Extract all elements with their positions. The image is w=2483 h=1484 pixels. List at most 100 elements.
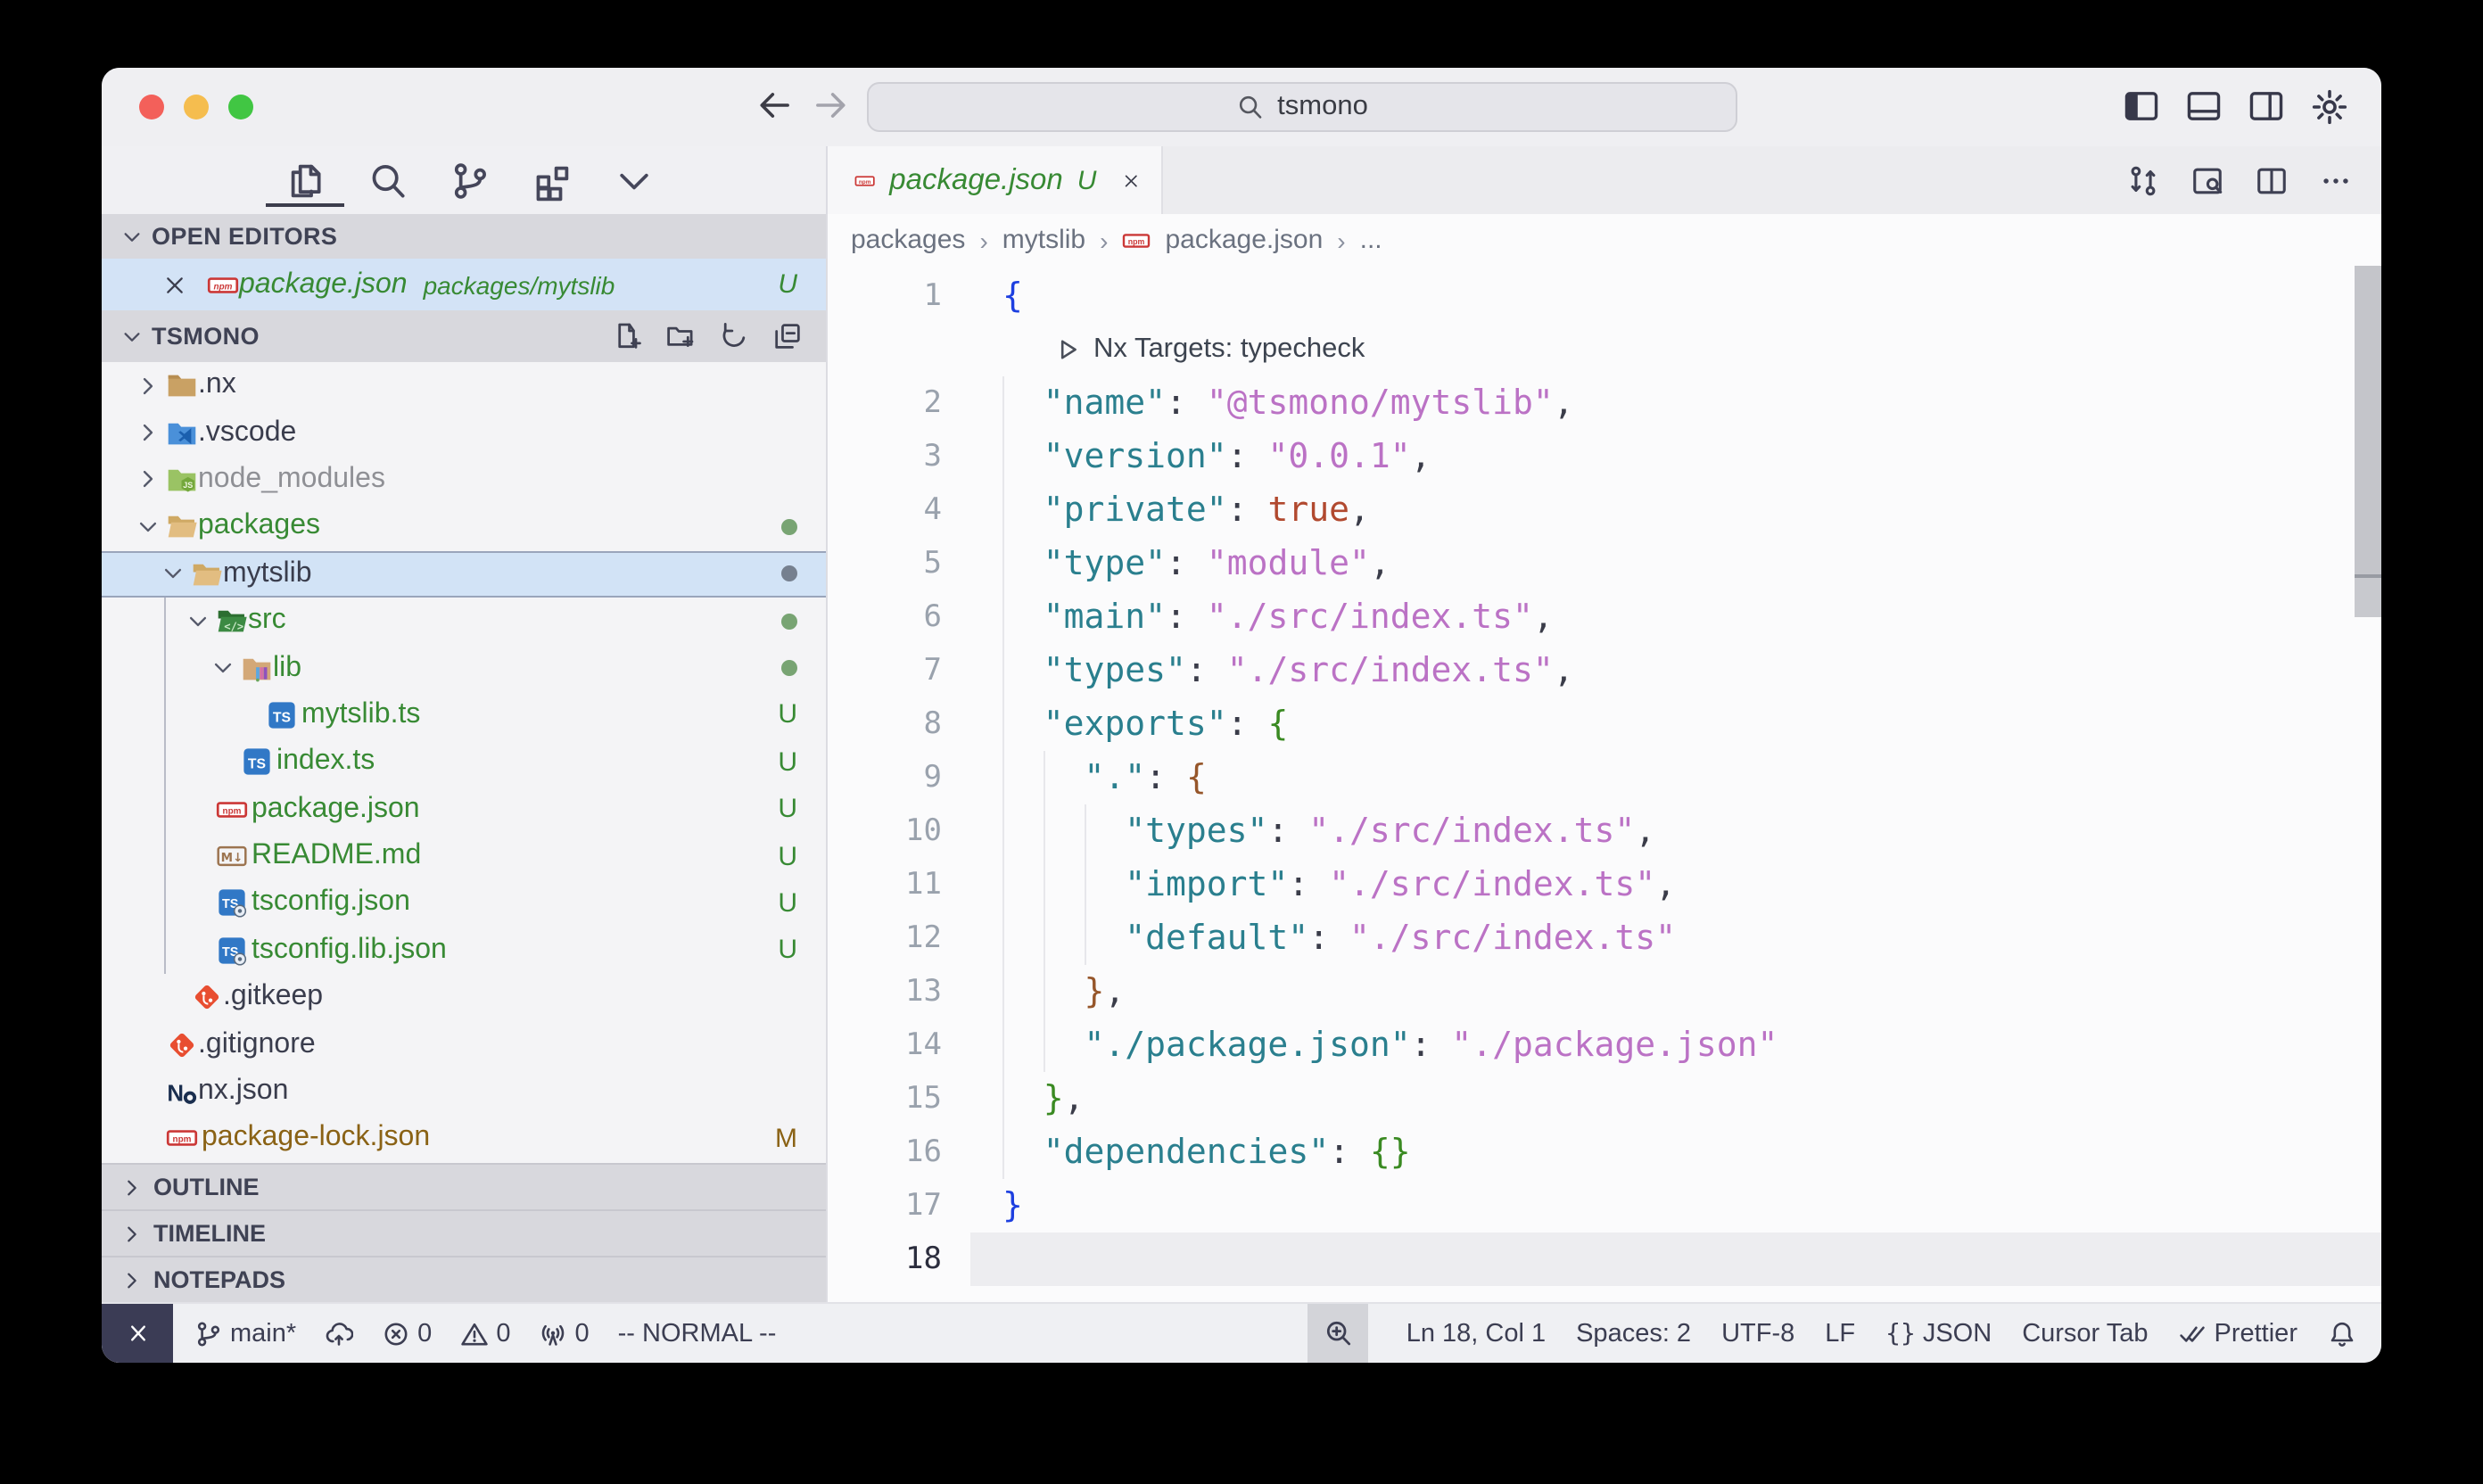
- activity-item-chevron-down[interactable]: [612, 153, 655, 207]
- tree-item-lib[interactable]: lib: [102, 645, 826, 692]
- code-line-13[interactable]: 13 },: [828, 965, 2381, 1018]
- new-folder-icon[interactable]: [665, 321, 696, 351]
- code-line-1[interactable]: 1{: [828, 269, 2381, 323]
- more-icon[interactable]: [2319, 163, 2353, 197]
- code-line-8[interactable]: 8 "exports": {: [828, 697, 2381, 751]
- code-line-2[interactable]: 2 "name": "@tsmono/mytslib",: [828, 376, 2381, 430]
- code-editor[interactable]: 1{Nx Targets: typecheck2 "name": "@tsmon…: [828, 266, 2381, 1302]
- close-window-button[interactable]: [139, 95, 164, 120]
- status-item-vim-mode[interactable]: -- NORMAL --: [618, 1319, 777, 1348]
- code-line-14[interactable]: 14 "./package.json": "./package.json": [828, 1018, 2381, 1072]
- compare-icon[interactable]: [2126, 163, 2160, 197]
- tree-item-tsconfig.json[interactable]: TStsconfig.jsonU: [102, 880, 826, 928]
- source-control-icon: [449, 160, 490, 201]
- status-item-git-branch[interactable]: main*: [194, 1319, 296, 1348]
- tree-item-.gitignore[interactable]: .gitignore: [102, 1021, 826, 1068]
- preview-icon[interactable]: [2190, 163, 2224, 197]
- chevron-right-icon[interactable]: [130, 466, 166, 493]
- chevron-right-icon[interactable]: [130, 419, 166, 446]
- navigate-back-icon[interactable]: [755, 86, 794, 125]
- minimize-window-button[interactable]: [184, 95, 209, 120]
- gear-icon[interactable]: [2310, 87, 2349, 127]
- status-item-notifications[interactable]: [2328, 1319, 2356, 1348]
- code-line-3[interactable]: 3 "version": "0.0.1",: [828, 430, 2381, 483]
- command-center-search[interactable]: tsmono: [867, 82, 1737, 132]
- toggle-panel-icon[interactable]: [2185, 87, 2223, 125]
- code-line-4[interactable]: 4 "private": true,: [828, 483, 2381, 537]
- tab-package-json[interactable]: npm package.json U: [828, 146, 1163, 214]
- toggle-sidebar-icon[interactable]: [2123, 87, 2160, 125]
- activity-item-extensions[interactable]: [530, 153, 573, 207]
- code-line-5[interactable]: 5 "type": "module",: [828, 537, 2381, 590]
- tree-item-tsconfig.lib.json[interactable]: TStsconfig.lib.jsonU: [102, 927, 826, 974]
- tree-item-packages[interactable]: packages: [102, 503, 826, 550]
- scrollbar-thumb-end[interactable]: [2355, 578, 2381, 617]
- tree-item-.vscode[interactable]: .vscode: [102, 409, 826, 457]
- remote-indicator[interactable]: [102, 1304, 173, 1363]
- code-line-18[interactable]: 18: [828, 1233, 2381, 1286]
- tree-item-mytslib[interactable]: mytslib: [102, 550, 826, 598]
- code-line-17[interactable]: 17}: [828, 1179, 2381, 1233]
- chevron-down-icon[interactable]: [155, 561, 191, 588]
- explorer-section-header[interactable]: TSMONO: [102, 310, 826, 362]
- status-item-cursor-position[interactable]: Ln 18, Col 1: [1406, 1319, 1546, 1348]
- status-item-problems-errors[interactable]: 0: [382, 1319, 432, 1348]
- tree-item-package-lock.json[interactable]: npmpackage-lock.jsonM: [102, 1116, 826, 1163]
- new-file-icon[interactable]: [612, 321, 642, 351]
- code-line-12[interactable]: 12 "default": "./src/index.ts": [828, 911, 2381, 965]
- activity-item-files[interactable]: [284, 153, 326, 207]
- tree-item-src[interactable]: </>src: [102, 598, 826, 645]
- refresh-icon[interactable]: [719, 321, 749, 351]
- tree-item-index.ts[interactable]: TSindex.tsU: [102, 738, 826, 786]
- navigate-forward-icon[interactable]: [812, 86, 851, 125]
- scrollbar-thumb[interactable]: [2355, 266, 2381, 574]
- code-line-10[interactable]: 10 "types": "./src/index.ts",: [828, 804, 2381, 858]
- play-icon[interactable]: [1052, 335, 1081, 364]
- breadcrumb-item[interactable]: package.json: [1165, 225, 1323, 255]
- code-line-6[interactable]: 6 "main": "./src/index.ts",: [828, 590, 2381, 644]
- status-item-indentation[interactable]: Spaces: 2: [1576, 1319, 1691, 1348]
- tree-item-node_modules[interactable]: JSnode_modules: [102, 457, 826, 504]
- collapse-all-icon[interactable]: [772, 321, 803, 351]
- activity-item-search[interactable]: [366, 153, 408, 207]
- section-notepads[interactable]: NOTEPADS: [102, 1256, 826, 1302]
- status-item-formatter[interactable]: Prettier: [2179, 1319, 2298, 1348]
- tree-item-.gitkeep[interactable]: .gitkeep: [102, 974, 826, 1021]
- split-editor-icon[interactable]: [2255, 163, 2289, 197]
- open-editor-item[interactable]: npm package.json packages/mytslib U: [102, 259, 826, 310]
- chevron-down-icon[interactable]: [180, 607, 216, 634]
- tree-item-mytslib.ts[interactable]: TSmytslib.tsU: [102, 691, 826, 738]
- status-item-problems-warnings[interactable]: 0: [460, 1319, 510, 1348]
- tree-item-package.json[interactable]: npmpackage.jsonU: [102, 786, 826, 833]
- status-item-eol[interactable]: LF: [1825, 1319, 1855, 1348]
- close-tab-icon[interactable]: [1121, 167, 1140, 194]
- code-line-7[interactable]: 7 "types": "./src/index.ts",: [828, 644, 2381, 697]
- breadcrumb-item[interactable]: packages: [851, 225, 965, 255]
- activity-item-source-control[interactable]: [448, 153, 491, 207]
- breadcrumb-item[interactable]: mytslib: [1002, 225, 1085, 255]
- chevron-down-icon[interactable]: [205, 655, 241, 681]
- tree-item-.nx[interactable]: .nx: [102, 362, 826, 409]
- status-item-cursor-tab[interactable]: Cursor Tab: [2022, 1319, 2148, 1348]
- status-item-ports[interactable]: 0: [539, 1319, 589, 1348]
- tree-item-nx.json[interactable]: Nnx.json: [102, 1068, 826, 1116]
- toggle-secondary-sidebar-icon[interactable]: [2248, 87, 2285, 125]
- status-item-publish[interactable]: [325, 1319, 353, 1348]
- code-line-11[interactable]: 11 "import": "./src/index.ts",: [828, 858, 2381, 911]
- breadcrumb-item[interactable]: ...: [1360, 225, 1382, 255]
- chevron-down-icon[interactable]: [130, 514, 166, 540]
- open-editors-header[interactable]: OPEN EDITORS: [102, 214, 826, 259]
- code-line-16[interactable]: 16 "dependencies": {}: [828, 1125, 2381, 1179]
- codelens-nx-targets[interactable]: Nx Targets: typecheck: [1052, 323, 1365, 376]
- status-item-screencast-zoom[interactable]: [1308, 1303, 1369, 1363]
- status-item-language-mode[interactable]: {}JSON: [1885, 1319, 1992, 1348]
- zoom-window-button[interactable]: [228, 95, 253, 120]
- status-item-encoding[interactable]: UTF-8: [1721, 1319, 1794, 1348]
- code-line-9[interactable]: 9 ".": {: [828, 751, 2381, 804]
- chevron-right-icon[interactable]: [130, 372, 166, 399]
- close-icon[interactable]: [162, 272, 187, 297]
- section-outline[interactable]: OUTLINE: [102, 1163, 826, 1209]
- code-line-15[interactable]: 15 },: [828, 1072, 2381, 1125]
- section-timeline[interactable]: TIMELINE: [102, 1209, 826, 1256]
- tree-item-README.md[interactable]: M↓README.mdU: [102, 833, 826, 880]
